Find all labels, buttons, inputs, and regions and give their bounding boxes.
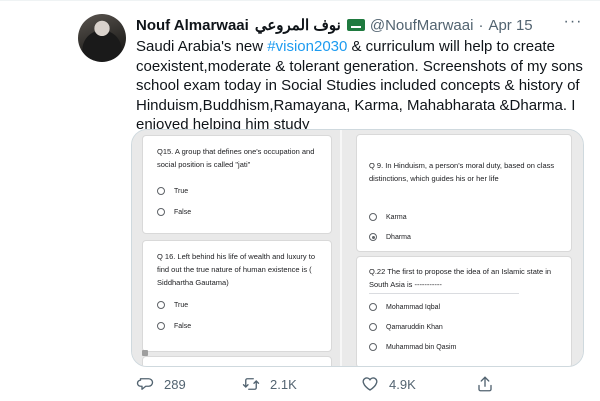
radio-icon bbox=[369, 213, 377, 221]
screenshot-left: Q15. A group that defines one's occupati… bbox=[132, 130, 340, 366]
question-card: Q 9. In Hinduism, a person's moral duty,… bbox=[356, 134, 572, 252]
separator-dot: · bbox=[478, 16, 484, 34]
tweet-date[interactable]: Apr 15 bbox=[488, 17, 532, 34]
answer-option: Muhammad bin Qasim bbox=[369, 341, 456, 353]
option-label: Qamaruddin Khan bbox=[386, 323, 443, 331]
option-label: False bbox=[174, 322, 192, 330]
share-icon bbox=[478, 376, 492, 392]
radio-icon bbox=[369, 343, 377, 351]
radio-icon bbox=[157, 322, 165, 330]
radio-icon bbox=[369, 303, 377, 311]
radio-icon bbox=[157, 208, 165, 216]
question-text: Q15. A group that defines one's occupati… bbox=[157, 147, 315, 169]
radio-icon bbox=[369, 323, 377, 331]
option-label: Karma bbox=[386, 213, 407, 221]
answer-option: Qamaruddin Khan bbox=[369, 321, 443, 333]
avatar[interactable] bbox=[78, 14, 126, 62]
reply-icon bbox=[136, 378, 154, 390]
author-handle[interactable]: @NoufMarwaai bbox=[370, 17, 474, 34]
option-label: Dharma bbox=[386, 233, 411, 241]
retweet-count: 2.1K bbox=[270, 376, 297, 392]
like-count: 4.9K bbox=[389, 376, 416, 392]
reply-count: 289 bbox=[164, 376, 186, 392]
question-card: Q15. A group that defines one's occupati… bbox=[142, 135, 332, 234]
option-label: Muhammad bin Qasim bbox=[386, 343, 457, 351]
answer-option: True bbox=[157, 299, 188, 311]
retweet-button[interactable]: 2.1K bbox=[242, 375, 297, 393]
option-label: False bbox=[174, 208, 192, 216]
answer-option: False bbox=[157, 320, 191, 332]
tweet-media-image[interactable]: Q15. A group that defines one's occupati… bbox=[131, 129, 584, 367]
answer-option: Mohammad Iqbal bbox=[369, 301, 440, 313]
tweet-text: Saudi Arabia's new #vision2030 & curricu… bbox=[136, 37, 586, 135]
option-label: True bbox=[174, 301, 189, 309]
tweet-actions: 289 2.1K 4.9K bbox=[136, 375, 586, 395]
tweet-text-before: Saudi Arabia's new bbox=[136, 38, 268, 55]
question-card-partial bbox=[142, 356, 332, 366]
more-options-icon[interactable]: ··· bbox=[561, 13, 585, 33]
reply-button[interactable]: 289 bbox=[136, 375, 186, 393]
saudi-flag-icon bbox=[346, 19, 365, 31]
share-button[interactable] bbox=[476, 375, 504, 393]
question-text: Q 9. In Hinduism, a person's moral duty,… bbox=[369, 161, 555, 183]
radio-icon bbox=[157, 187, 165, 195]
heart-icon bbox=[362, 377, 378, 391]
answer-option: True bbox=[157, 185, 188, 197]
radio-icon bbox=[157, 301, 165, 309]
tweet-header: Nouf Almarwaai نوف المروعي @NoufMarwaai … bbox=[136, 15, 533, 35]
question-text: Q.22 The first to propose the idea of an… bbox=[369, 267, 552, 289]
like-button[interactable]: 4.9K bbox=[361, 375, 416, 393]
screenshot-right: Q 9. In Hinduism, a person's moral duty,… bbox=[342, 130, 583, 366]
scrollbar-thumb bbox=[142, 350, 148, 356]
radio-checked-icon bbox=[369, 233, 377, 241]
retweet-icon bbox=[242, 378, 260, 390]
question-card: Q 16. Left behind his life of wealth and… bbox=[142, 240, 332, 352]
author-name-arabic[interactable]: نوف المروعي bbox=[255, 16, 341, 34]
answer-option: Dharma bbox=[369, 231, 411, 243]
answer-option: False bbox=[157, 206, 191, 218]
answer-option: Karma bbox=[369, 211, 407, 223]
option-label: True bbox=[174, 187, 189, 195]
hashtag-link[interactable]: #vision2030 bbox=[267, 38, 347, 55]
underline bbox=[369, 293, 519, 294]
question-text: Q 16. Left behind his life of wealth and… bbox=[157, 252, 316, 287]
option-label: Mohammad Iqbal bbox=[386, 303, 441, 311]
question-card: Q.22 The first to propose the idea of an… bbox=[356, 256, 572, 366]
tweet[interactable]: Nouf Almarwaai نوف المروعي @NoufMarwaai … bbox=[0, 0, 600, 401]
author-name[interactable]: Nouf Almarwaai bbox=[136, 17, 249, 34]
